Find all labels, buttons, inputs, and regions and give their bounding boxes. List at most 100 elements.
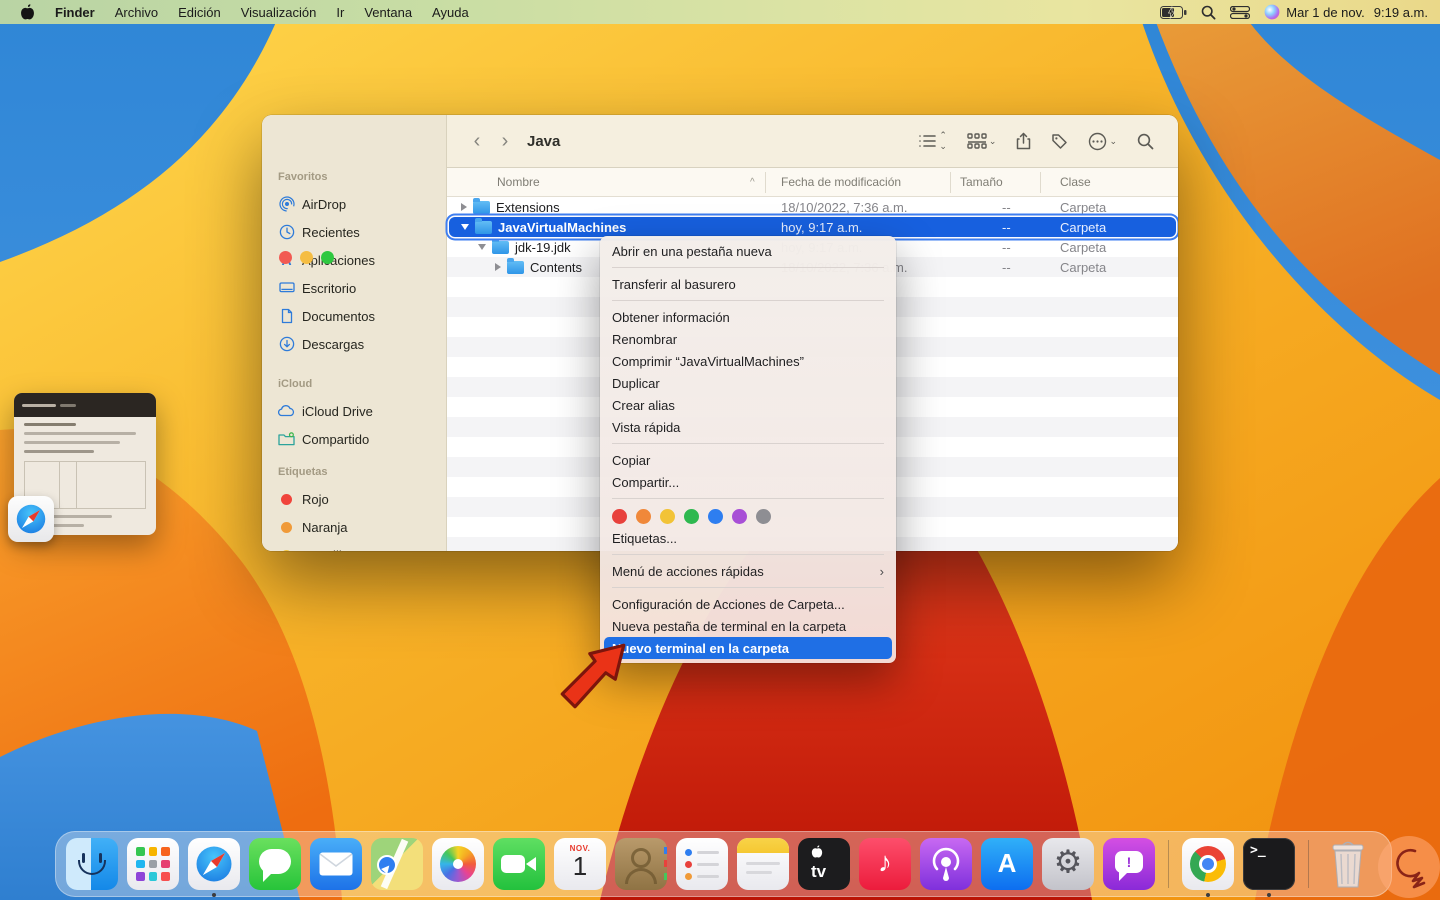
menu-item-nueva-pestana-terminal[interactable]: Nueva pestaña de terminal en la carpeta (600, 615, 896, 637)
safari-dock-icon[interactable] (188, 838, 240, 897)
running-indicator (1206, 893, 1210, 897)
menu-divider (612, 443, 884, 444)
sidebar-item-tag-amarillo[interactable]: Amarillo (272, 543, 438, 551)
sidebar-item-tag-naranja[interactable]: Naranja (272, 515, 438, 539)
purple-tag-button[interactable] (732, 509, 747, 524)
tag-icon[interactable] (1051, 133, 1068, 150)
more-actions-button[interactable]: ⌄ (1088, 132, 1117, 151)
search-icon[interactable] (1201, 5, 1216, 20)
podcasts-dock-icon[interactable] (920, 838, 972, 890)
back-button[interactable]: ‹ (463, 130, 491, 153)
calendar-dock-icon[interactable]: NOV. 1 (554, 838, 606, 890)
sidebar-section-etiquetas: Etiquetas (278, 466, 328, 478)
disclosure-closed-icon[interactable] (495, 263, 501, 271)
column-header-nombre[interactable]: Nombre (497, 175, 540, 189)
sidebar-item-label: Amarillo (302, 548, 349, 552)
menubar-item-ventana[interactable]: Ventana (354, 0, 422, 24)
menu-item-abrir-pestana[interactable]: Abrir en una pestaña nueva (600, 240, 896, 262)
gray-tag-button[interactable] (756, 509, 771, 524)
minimize-button[interactable] (300, 251, 313, 264)
menubar-item-ayuda[interactable]: Ayuda (422, 0, 479, 24)
menubar-item-edicion[interactable]: Edición (168, 0, 231, 24)
green-tag-button[interactable] (684, 509, 699, 524)
yellow-tag-button[interactable] (660, 509, 675, 524)
red-arrow-annotation (560, 643, 626, 709)
menubar-item-ir[interactable]: Ir (326, 0, 354, 24)
settings-dock-icon[interactable]: ⚙ (1042, 838, 1094, 890)
menubar-item-finder[interactable]: Finder (45, 0, 105, 24)
launchpad-dock-icon[interactable] (127, 838, 179, 890)
share-icon[interactable] (1016, 132, 1031, 150)
disclosure-open-icon[interactable] (478, 244, 486, 250)
menu-item-transferir-basurero[interactable]: Transferir al basurero (600, 273, 896, 295)
apple-menu[interactable] (10, 0, 45, 24)
menu-item-duplicar[interactable]: Duplicar (600, 372, 896, 394)
menu-item-renombrar[interactable]: Renombrar (600, 328, 896, 350)
sidebar-item-tag-rojo[interactable]: Rojo (272, 487, 438, 511)
sidebar-item-icloud-drive[interactable]: iCloud Drive (272, 399, 438, 423)
dock-divider (1308, 840, 1309, 888)
safari-icon[interactable] (8, 496, 54, 542)
music-dock-icon[interactable]: ♪ (859, 838, 911, 890)
menu-item-nuevo-terminal[interactable]: Nuevo terminal en la carpeta (604, 637, 892, 659)
menu-item-vista-rapida[interactable]: Vista rápida (600, 416, 896, 438)
disclosure-closed-icon[interactable] (461, 203, 467, 211)
sidebar-item-recientes[interactable]: Recientes (272, 220, 438, 244)
mail-dock-icon[interactable] (310, 838, 362, 890)
column-header-clase[interactable]: Clase (1060, 175, 1091, 189)
blue-tag-button[interactable] (708, 509, 723, 524)
terminal-dock-icon[interactable]: >_ (1243, 838, 1295, 897)
red-tag-button[interactable] (612, 509, 627, 524)
disclosure-open-icon[interactable] (461, 224, 469, 230)
trash-dock-icon[interactable] (1322, 838, 1374, 890)
sidebar-item-escritorio[interactable]: Escritorio (272, 276, 438, 300)
facetime-dock-icon[interactable] (493, 838, 545, 890)
finder-dock-icon[interactable] (66, 838, 118, 890)
menu-item-comprimir[interactable]: Comprimir “JavaVirtualMachines” (600, 350, 896, 372)
sidebar-item-compartido[interactable]: Compartido (272, 427, 438, 451)
messages-dock-icon[interactable] (249, 838, 301, 890)
file-kind: Carpeta (1060, 239, 1107, 255)
group-view-button[interactable]: ⌄ (967, 133, 996, 149)
chrome-dock-icon[interactable] (1182, 838, 1234, 897)
menu-item-configuracion-acciones[interactable]: Configuración de Acciones de Carpeta... (600, 593, 896, 615)
appstore-dock-icon[interactable]: A (981, 838, 1033, 890)
gear-icon: ⚙ (1053, 843, 1083, 880)
menu-item-copiar[interactable]: Copiar (600, 449, 896, 471)
sidebar-item-documentos[interactable]: Documentos (272, 304, 438, 328)
column-header-fecha[interactable]: Fecha de modificación (781, 175, 901, 189)
orange-tag-button[interactable] (636, 509, 651, 524)
notes-dock-icon[interactable] (737, 838, 789, 890)
terminal-prompt-glyph: >_ (1250, 843, 1266, 858)
menubar-clock[interactable]: Mar 1 de nov. 9:19 a.m. (1286, 5, 1428, 20)
sidebar-item-label: Compartido (302, 431, 370, 447)
menu-item-obtener-informacion[interactable]: Obtener información (600, 306, 896, 328)
menu-item-etiquetas[interactable]: Etiquetas... (600, 527, 896, 549)
menu-item-acciones-rapidas[interactable]: Menú de acciones rápidas › (600, 560, 896, 582)
control-center-icon[interactable] (1230, 5, 1251, 19)
feedback-dock-icon[interactable]: ! (1103, 838, 1155, 890)
sidebar-item-descargas[interactable]: Descargas (272, 332, 438, 356)
battery-charging-icon[interactable] (1160, 5, 1187, 19)
zoom-button[interactable] (321, 251, 334, 264)
finder-toolbar: ‹ › Java ⌃ ⌄ ⌄ ⌄ (447, 115, 1178, 168)
menu-item-compartir[interactable]: Compartir... (600, 471, 896, 493)
file-row-javavirtualmachines[interactable]: JavaVirtualMachines hoy, 9:17 a.m. -- Ca… (449, 217, 1176, 237)
reminders-dock-icon[interactable] (676, 838, 728, 890)
close-button[interactable] (279, 251, 292, 264)
siri-icon[interactable] (1264, 4, 1280, 20)
file-size: -- (1002, 239, 1011, 255)
list-view-button[interactable]: ⌃ ⌄ (919, 130, 947, 152)
column-header-tamano[interactable]: Tamaño (960, 175, 1003, 189)
appletv-dock-icon[interactable]: tv (798, 838, 850, 890)
menubar-item-archivo[interactable]: Archivo (105, 0, 168, 24)
photos-dock-icon[interactable] (432, 838, 484, 890)
file-row-extensions[interactable]: Extensions 18/10/2022, 7:36 a.m. -- Carp… (447, 197, 1178, 217)
menu-item-crear-alias[interactable]: Crear alias (600, 394, 896, 416)
forward-button[interactable]: › (491, 130, 519, 153)
menubar-item-visualizacion[interactable]: Visualización (231, 0, 327, 24)
maps-dock-icon[interactable] (371, 838, 423, 890)
contacts-dock-icon[interactable] (615, 838, 667, 890)
sidebar-item-airdrop[interactable]: AirDrop (272, 192, 438, 216)
search-icon[interactable] (1137, 133, 1154, 150)
